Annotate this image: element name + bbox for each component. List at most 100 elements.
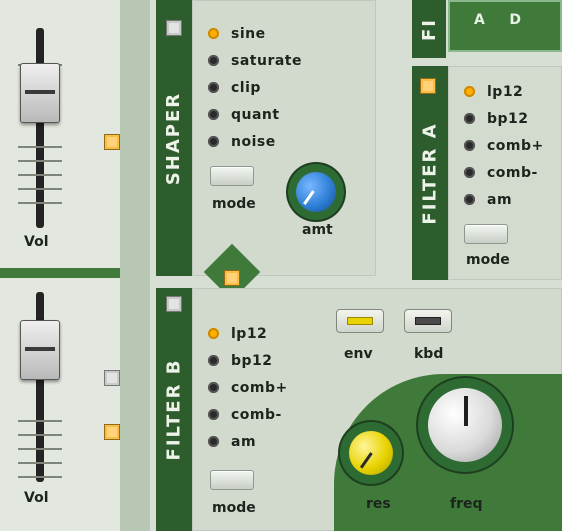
- filter-a-option-list: lp12 bp12 comb+ comb- am: [464, 78, 544, 213]
- filter-b-led: [208, 328, 219, 339]
- res-label: res: [366, 496, 391, 512]
- freq-knob[interactable]: [418, 378, 512, 472]
- vol-top-label: Vol: [24, 234, 49, 250]
- filter-b-enable-button[interactable]: [166, 296, 182, 312]
- filter-a-top-title: FI: [418, 17, 440, 41]
- shaper-option-label: clip: [231, 79, 261, 96]
- filter-a-led: [464, 140, 475, 151]
- filter-a-option-label: lp12: [487, 83, 524, 100]
- shaper-option-label: sine: [231, 25, 266, 42]
- filter-b-option[interactable]: am: [208, 428, 288, 455]
- res-knob[interactable]: [340, 422, 402, 484]
- amt-knob[interactable]: [288, 164, 344, 220]
- filter-b-title: FILTER B: [163, 358, 185, 461]
- shaper-option-label: noise: [231, 133, 276, 150]
- vol-top-track: [36, 28, 44, 228]
- filter-b-led: [208, 382, 219, 393]
- vol-bottom-tick: [18, 476, 62, 478]
- filter-a-option-label: comb-: [487, 164, 538, 181]
- shaper-option[interactable]: quant: [208, 101, 302, 128]
- vol-bottom-tick: [18, 448, 62, 450]
- vol-top-tick: [18, 188, 62, 190]
- top-right-panel: A D: [448, 0, 562, 52]
- kbd-button[interactable]: [404, 309, 452, 333]
- shaper-enable-button[interactable]: [166, 20, 182, 36]
- filter-b-mode-label: mode: [212, 500, 256, 516]
- vol-bottom-label: Vol: [24, 490, 49, 506]
- filter-b-title-bar: FILTER B: [156, 288, 192, 531]
- vol-top-tick: [18, 174, 62, 176]
- filter-b-option[interactable]: bp12: [208, 347, 288, 374]
- filter-a-led: [464, 113, 475, 124]
- shaper-option[interactable]: noise: [208, 128, 302, 155]
- shaper-option[interactable]: sine: [208, 20, 302, 47]
- vol-bottom-tick: [18, 462, 62, 464]
- top-right-letters: A D: [474, 12, 521, 28]
- shaper-mode-button[interactable]: [210, 166, 254, 186]
- filter-a-mode-label: mode: [466, 252, 510, 268]
- letter-a: A: [474, 12, 486, 28]
- shaper-option[interactable]: clip: [208, 74, 302, 101]
- filter-b-led: [208, 355, 219, 366]
- freq-knob-pointer: [464, 396, 468, 426]
- shaper-led: [208, 82, 219, 93]
- shaper-led: [208, 28, 219, 39]
- filter-b-option[interactable]: comb+: [208, 374, 288, 401]
- filter-a-option-label: am: [487, 191, 513, 208]
- filter-a-led: [464, 194, 475, 205]
- filter-a-option[interactable]: comb+: [464, 132, 544, 159]
- vol-bottom-fader[interactable]: [20, 320, 60, 380]
- vol-top-fader[interactable]: [20, 63, 60, 123]
- filter-a-option-label: comb+: [487, 137, 544, 154]
- letter-d: D: [509, 12, 522, 28]
- filter-a-title: FILTER A: [419, 121, 441, 225]
- shaper-title-bar: SHAPER: [156, 0, 192, 276]
- filter-a-option-label: bp12: [487, 110, 529, 127]
- shaper-option[interactable]: saturate: [208, 47, 302, 74]
- shaper-option-list: sine saturate clip quant noise: [208, 20, 302, 155]
- filter-b-option-label: lp12: [231, 325, 268, 342]
- filter-a-enable-button[interactable]: [420, 78, 436, 94]
- filter-b-option[interactable]: lp12: [208, 320, 288, 347]
- filter-b-option-label: bp12: [231, 352, 273, 369]
- vol-top-tick: [18, 202, 62, 204]
- shaper-title: SHAPER: [163, 91, 185, 185]
- filter-b-option[interactable]: comb-: [208, 401, 288, 428]
- filter-b-led: [208, 409, 219, 420]
- kbd-label: kbd: [414, 346, 444, 362]
- routing-band: [120, 0, 150, 531]
- vol-top-tick: [18, 160, 62, 162]
- filter-a-option[interactable]: am: [464, 186, 544, 213]
- vol-bottom-tick: [18, 420, 62, 422]
- filter-a-title-bar: FILTER A: [412, 66, 448, 280]
- filter-b-route-gray-button[interactable]: [104, 370, 120, 386]
- filter-a-option[interactable]: bp12: [464, 105, 544, 132]
- filter-a-option[interactable]: comb-: [464, 159, 544, 186]
- amt-label: amt: [302, 222, 333, 238]
- filter-b-mode-button[interactable]: [210, 470, 254, 490]
- filter-b-option-label: comb+: [231, 379, 288, 396]
- shaper-to-filter-b-route-button[interactable]: [224, 270, 240, 286]
- shaper-mode-label: mode: [212, 196, 256, 212]
- filter-b-option-label: am: [231, 433, 257, 450]
- shaper-led: [208, 55, 219, 66]
- filter-b-route-button[interactable]: [104, 424, 120, 440]
- filter-b-option-list: lp12 bp12 comb+ comb- am: [208, 320, 288, 455]
- env-led: [348, 318, 372, 324]
- freq-label: freq: [450, 496, 483, 512]
- vol-top-tick: [18, 146, 62, 148]
- vol-bottom-tick: [18, 434, 62, 436]
- filter-b-led: [208, 436, 219, 447]
- filter-a-led: [464, 167, 475, 178]
- filter-a-led: [464, 86, 475, 97]
- env-button[interactable]: [336, 309, 384, 333]
- shaper-option-label: quant: [231, 106, 280, 123]
- filter-a-option[interactable]: lp12: [464, 78, 544, 105]
- env-label: env: [344, 346, 373, 362]
- synth-panel: Vol Vol SHAPER sine saturate clip quant …: [0, 0, 562, 531]
- kbd-led: [416, 318, 440, 324]
- filter-a-top-bar: FI: [412, 0, 446, 58]
- shaper-led: [208, 136, 219, 147]
- filter-a-mode-button[interactable]: [464, 224, 508, 244]
- shaper-route-button[interactable]: [104, 134, 120, 150]
